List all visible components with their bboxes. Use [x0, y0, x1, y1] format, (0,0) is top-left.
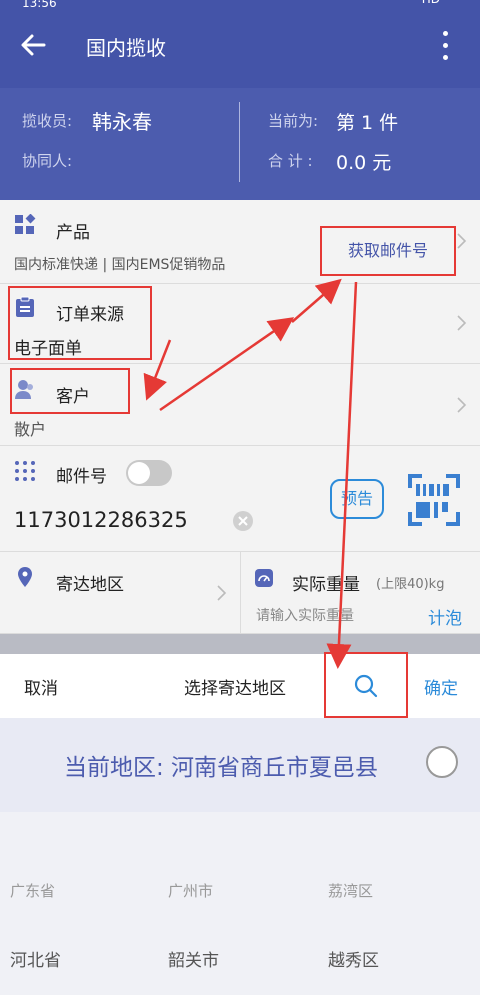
annotation-arrows: [143, 278, 358, 669]
